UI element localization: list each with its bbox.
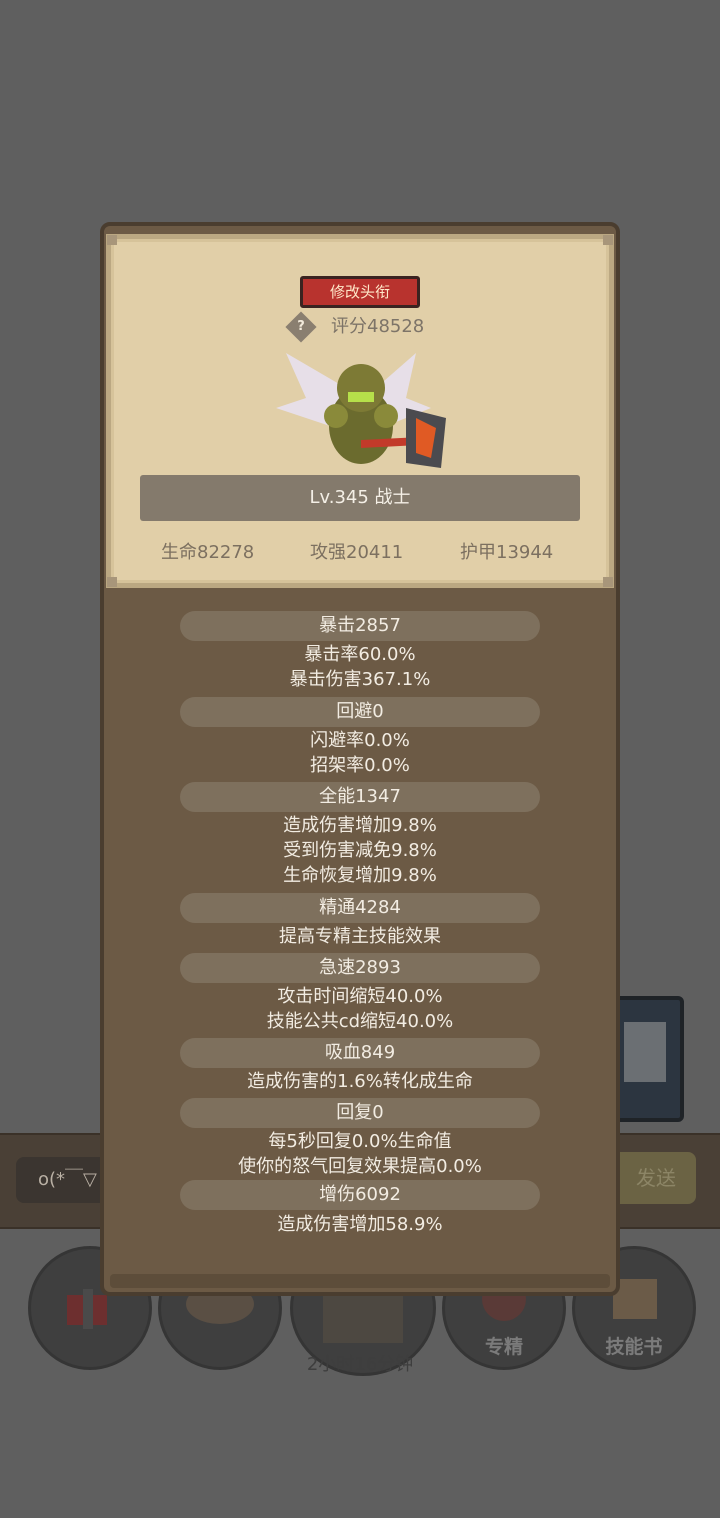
stat-line: 招架率0.0% [310, 755, 410, 776]
rename-title-button[interactable]: 修改头衔 [300, 276, 420, 308]
help-icon[interactable]: ? [285, 311, 317, 343]
stat-line: 攻击时间缩短40.0% [277, 986, 443, 1007]
mastery-label: 专精 [484, 1336, 523, 1358]
score-text: 评分48528 [331, 316, 425, 337]
stat-line: 使你的怒气回复效果提高0.0% [238, 1156, 482, 1177]
stat-line: 暴击率60.0% [304, 644, 416, 665]
stat-line: 闪避率0.0% [310, 730, 410, 751]
stat-line: 提高专精主技能效果 [279, 926, 441, 947]
attack-stat: 攻强20411 [310, 542, 404, 563]
stat-header-damage-bonus: 增伤6092 [180, 1180, 540, 1210]
level-class-text: Lv.345 战士 [309, 487, 411, 508]
hp-stat: 生命82278 [161, 542, 255, 563]
card-corner [107, 577, 117, 587]
armor-stat: 护甲13944 [460, 542, 554, 563]
card-corner [107, 235, 117, 245]
stat-line: 受到伤害减免9.8% [283, 840, 437, 861]
stat-header-haste: 急速2893 [180, 953, 540, 983]
stat-line: 造成伤害的1.6%转化成生命 [247, 1071, 473, 1092]
stat-header-mastery: 精通4284 [180, 893, 540, 923]
stat-line: 每5秒回复0.0%生命值 [268, 1131, 452, 1152]
stat-line: 生命恢复增加9.8% [283, 865, 437, 886]
stat-header-regen: 回复0 [180, 1098, 540, 1128]
stat-line: 技能公共cd缩短40.0% [266, 1011, 454, 1032]
stat-header-versatility: 全能1347 [180, 782, 540, 812]
background-portrait [612, 996, 684, 1122]
stat-line: 造成伤害增加58.9% [277, 1214, 443, 1235]
card-corner [603, 235, 613, 245]
level-bar: Lv.345 战士 [140, 475, 580, 521]
stat-header-crit: 暴击2857 [180, 611, 540, 641]
timer-text: 2小时16分钟 [306, 1354, 414, 1375]
stat-line: 暴击伤害367.1% [289, 669, 431, 690]
warrior-character-sprite [276, 353, 446, 468]
stat-header-avoidance: 回避0 [180, 697, 540, 727]
stat-header-leech: 吸血849 [180, 1038, 540, 1068]
stat-line: 造成伤害增加9.8% [283, 815, 437, 836]
card-corner [603, 577, 613, 587]
skillbook-label: 技能书 [605, 1336, 663, 1358]
